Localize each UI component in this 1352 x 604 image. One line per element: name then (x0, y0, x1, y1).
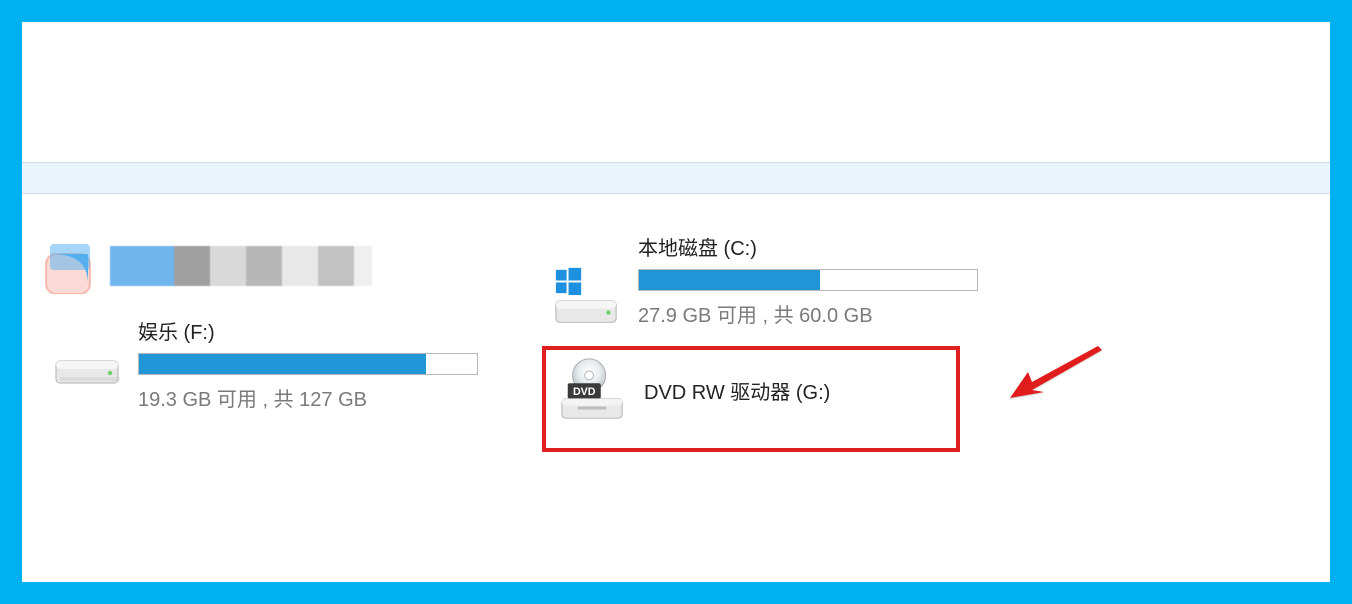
svg-text:DVD: DVD (573, 386, 596, 398)
drive-list-area: 娱乐 (F:) 19.3 GB 可用 , 共 127 GB (22, 194, 1330, 492)
drive-subtitle: 27.9 GB 可用 , 共 60.0 GB (638, 299, 992, 328)
explorer-window: 娱乐 (F:) 19.3 GB 可用 , 共 127 GB (22, 22, 1330, 582)
drive-item-f[interactable]: 娱乐 (F:) 19.3 GB 可用 , 共 127 GB (42, 310, 502, 418)
capacity-bar (138, 353, 478, 375)
drive-title: DVD RW 驱动器 (G:) (644, 376, 944, 405)
drive-title: 娱乐 (F:) (138, 316, 492, 345)
capacity-bar (638, 269, 978, 291)
obscured-icon (42, 234, 114, 298)
dvd-drive-icon: DVD (558, 360, 628, 420)
obscured-label (110, 246, 372, 286)
drive-subtitle: 19.3 GB 可用 , 共 127 GB (138, 383, 492, 412)
divider-band (22, 162, 1330, 194)
drive-title: 本地磁盘 (C:) (638, 232, 992, 261)
drive-item-c[interactable]: 本地磁盘 (C:) 27.9 GB 可用 , 共 60.0 GB (542, 226, 1002, 334)
hard-drive-icon (52, 352, 122, 412)
selection-highlight: DVD DVD RW 驱动器 (G:) (542, 346, 960, 452)
windows-drive-icon (552, 268, 622, 328)
ribbon-area (22, 22, 1330, 162)
obscured-drive-item[interactable] (42, 234, 502, 298)
drive-item-g[interactable]: DVD DVD RW 驱动器 (G:) (558, 360, 944, 420)
